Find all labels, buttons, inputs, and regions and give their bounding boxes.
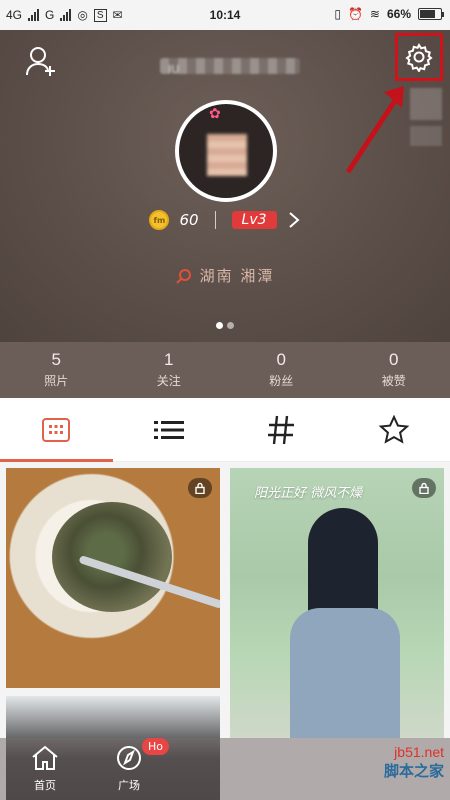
blurred-side-block [410, 88, 442, 120]
lock-icon [412, 478, 436, 498]
nav-home[interactable]: 首页 [20, 744, 70, 793]
tab-favorites[interactable] [338, 398, 450, 461]
soup-bowl [52, 502, 172, 612]
bottom-nav: 首页 广场 Ho jb51.net 脚本之家 [0, 738, 450, 800]
count-photos[interactable]: 5 照片 [0, 342, 113, 398]
nav-plaza-label: 广场 [118, 779, 140, 792]
level-badge[interactable]: Lv3 [231, 211, 277, 229]
profile-counts: 5 照片 1 关注 0 粉丝 0 被赞 [0, 342, 450, 398]
hot-badge: Ho [142, 738, 170, 755]
carousel-dots [0, 322, 450, 329]
count-label: 粉丝 [269, 374, 294, 388]
list-icon [153, 420, 184, 439]
content-tabs [0, 398, 450, 462]
wifi-icon: ≋ [369, 7, 380, 21]
username-blurred: IU [160, 58, 300, 76]
count-label: 照片 [44, 374, 69, 388]
count-fans[interactable]: 0 粉丝 [225, 342, 338, 398]
alarm-icon: ⏰ [347, 7, 363, 21]
carousel-dot [227, 322, 234, 329]
tab-topics[interactable] [225, 398, 338, 461]
count-value: 5 [51, 350, 61, 369]
count-likes[interactable]: 0 被赞 [338, 342, 450, 398]
status-right: ▯ ⏰ ≋ 66% [334, 7, 444, 21]
coin-count: 60 [179, 211, 199, 229]
compass-icon [117, 746, 141, 770]
location-row: 湖南 湘潭 [0, 265, 450, 286]
battery-percent: 66% [386, 7, 411, 21]
red-annotation-arrow [345, 86, 404, 174]
count-value: 0 [389, 350, 399, 369]
settings-button[interactable] [395, 33, 443, 81]
hash-icon [268, 415, 295, 444]
status-bar: 4G G ◎ S ✉ 10:14 ▯ ⏰ ≋ 66% [0, 0, 450, 30]
vibrate-icon: ▯ [334, 7, 341, 21]
nav-home-label: 首页 [34, 779, 56, 792]
count-label: 关注 [156, 374, 181, 388]
grid-icon [42, 417, 71, 442]
count-following[interactable]: 1 关注 [113, 342, 226, 398]
watermark-brand: 脚本之家 [383, 762, 444, 780]
photo-girl[interactable]: 阳光正好 微风不燥 [230, 468, 444, 738]
divider [214, 211, 216, 229]
blurred-side-block-2 [410, 126, 442, 146]
count-label: 被赞 [381, 374, 406, 388]
tab-list[interactable] [113, 398, 226, 461]
battery-icon [418, 8, 444, 20]
face-blurred [207, 134, 247, 176]
tab-grid[interactable] [0, 398, 113, 462]
star-icon [378, 414, 410, 444]
coin-icon: fm [149, 210, 170, 230]
watermark: jb51.net 脚本之家 [334, 744, 444, 796]
gear-icon [405, 43, 433, 72]
add-friend-icon[interactable] [24, 44, 58, 78]
home-icon [32, 745, 58, 770]
coins-level-row: fm 60 Lv3 [0, 206, 450, 234]
photo-soup[interactable] [6, 468, 220, 688]
avatar[interactable]: ✿ [175, 100, 277, 202]
girl-body [290, 608, 400, 738]
chevron-right-icon[interactable] [287, 211, 301, 229]
location-text: 湖南 湘潭 [199, 267, 275, 285]
profile-header: IU ✿ fm 60 Lv3 湖南 湘潭 [0, 30, 450, 342]
lock-icon [188, 478, 212, 498]
count-value: 1 [164, 350, 174, 369]
bow-decoration: ✿ [209, 106, 221, 122]
location-search-icon [175, 268, 191, 284]
carousel-dot [216, 322, 223, 329]
watermark-site: jb51.net [394, 744, 444, 760]
photo-caption: 阳光正好 微风不燥 [254, 486, 363, 501]
count-value: 0 [276, 350, 286, 369]
